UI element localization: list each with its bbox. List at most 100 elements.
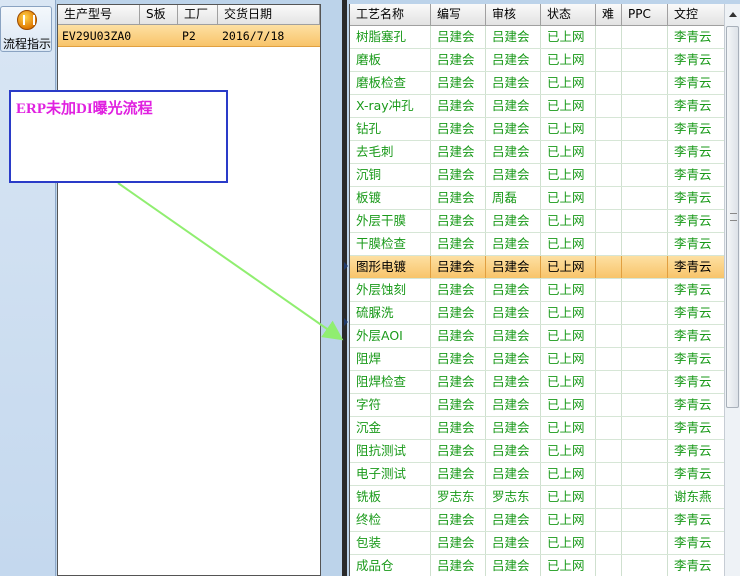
cell-doc-control: 李青云 [674, 167, 712, 182]
process-row[interactable]: 字符 吕建会 吕建会 已上网 李青云 [350, 394, 740, 417]
column-header-doc-control[interactable]: 文控 [668, 4, 714, 25]
cell-process-name: 外层AOI [350, 325, 431, 347]
column-header-model[interactable]: 生产型号 [58, 5, 140, 24]
expand-arrow-icon[interactable] [344, 318, 348, 326]
cell-reviewer: 吕建会 [486, 394, 541, 416]
cell-process-name: 钻孔 [350, 118, 431, 140]
process-row[interactable]: 磨板检查 吕建会 吕建会 已上网 李青云 [350, 72, 740, 95]
cell-status: 已上网 [541, 49, 596, 71]
process-row[interactable]: 去毛刺 吕建会 吕建会 已上网 李青云 [350, 141, 740, 164]
cell-ppc [622, 49, 668, 71]
cell-reviewer: 吕建会 [486, 118, 541, 140]
cell-process-name: 字符 [350, 394, 431, 416]
column-header-process-name[interactable]: 工艺名称 [350, 4, 431, 25]
cell-reviewer: 罗志东 [486, 486, 541, 508]
process-row[interactable]: 电子测试 吕建会 吕建会 已上网 李青云 [350, 463, 740, 486]
cell-difficulty [596, 371, 622, 393]
cell-ppc [622, 141, 668, 163]
column-header-ppc[interactable]: PPC [622, 4, 668, 25]
cell-reviewer: 吕建会 [486, 49, 541, 71]
cell-author: 吕建会 [431, 532, 486, 554]
cell-difficulty [596, 279, 622, 301]
cell-doc-control: 李青云 [674, 535, 712, 550]
cell-process-name: 磨板检查 [350, 72, 431, 94]
process-grid-header: 工艺名称 编写 审核 状态 难 PPC 文控 [350, 4, 740, 26]
annotation-text: ERP未加DI曝光流程 [16, 101, 153, 117]
cell-process-name: 板镀 [350, 187, 431, 209]
order-row[interactable]: EV29U03ZA0 P2 2016/7/18 [58, 25, 320, 47]
process-row[interactable]: 沉金 吕建会 吕建会 已上网 李青云 [350, 417, 740, 440]
cell-difficulty [596, 187, 622, 209]
cell-status: 已上网 [541, 256, 596, 278]
scrollbar-thumb[interactable] [726, 26, 739, 408]
cell-reviewer: 吕建会 [486, 325, 541, 347]
cell-doc-control: 李青云 [674, 282, 712, 297]
process-row[interactable]: 阻抗测试 吕建会 吕建会 已上网 李青云 [350, 440, 740, 463]
column-header-status[interactable]: 状态 [541, 4, 596, 25]
cell-difficulty [596, 463, 622, 485]
process-row[interactable]: 图形电镀 吕建会 吕建会 已上网 李青云 [350, 256, 740, 279]
flow-indicator-button[interactable]: 流程指示 [0, 6, 52, 52]
process-row[interactable]: 板镀 吕建会 周磊 已上网 李青云 [350, 187, 740, 210]
process-row[interactable]: 成品仓 吕建会 吕建会 已上网 李青云 [350, 555, 740, 576]
column-header-reviewer[interactable]: 审核 [486, 4, 541, 25]
splitter[interactable] [322, 0, 344, 576]
process-row[interactable]: 外层AOI 吕建会 吕建会 已上网 李青云 [350, 325, 740, 348]
cell-process-name: 去毛刺 [350, 141, 431, 163]
cell-status: 已上网 [541, 72, 596, 94]
process-row[interactable]: 钻孔 吕建会 吕建会 已上网 李青云 [350, 118, 740, 141]
process-row[interactable]: X-ray冲孔 吕建会 吕建会 已上网 李青云 [350, 95, 740, 118]
process-row[interactable]: 沉铜 吕建会 吕建会 已上网 李青云 [350, 164, 740, 187]
process-row[interactable]: 包装 吕建会 吕建会 已上网 李青云 [350, 532, 740, 555]
process-row[interactable]: 外层蚀刻 吕建会 吕建会 已上网 李青云 [350, 279, 740, 302]
cell-doc-control: 李青云 [674, 420, 712, 435]
cell-author: 吕建会 [431, 187, 486, 209]
scroll-up-icon[interactable] [729, 12, 737, 17]
column-header-factory[interactable]: 工厂 [178, 5, 218, 24]
process-row[interactable]: 树脂塞孔 吕建会 吕建会 已上网 李青云 [350, 26, 740, 49]
column-header-author[interactable]: 编写 [431, 4, 486, 25]
vertical-scrollbar[interactable] [724, 4, 740, 576]
cell-author: 吕建会 [431, 555, 486, 576]
cell-reviewer: 吕建会 [486, 348, 541, 370]
cell-doc-control: 李青云 [674, 397, 712, 412]
cell-reviewer: 吕建会 [486, 302, 541, 324]
process-row[interactable]: 阻焊 吕建会 吕建会 已上网 李青云 [350, 348, 740, 371]
process-row[interactable]: 硫脲洗 吕建会 吕建会 已上网 李青云 [350, 302, 740, 325]
grip-icon [730, 213, 737, 221]
cell-reviewer: 吕建会 [486, 532, 541, 554]
cell-process-name: 干膜检查 [350, 233, 431, 255]
cell-process-name: 包装 [350, 532, 431, 554]
cell-reviewer: 吕建会 [486, 26, 541, 48]
cell-doc-control: 李青云 [674, 144, 712, 159]
process-row[interactable]: 外层干膜 吕建会 吕建会 已上网 李青云 [350, 210, 740, 233]
cell-reviewer: 吕建会 [486, 141, 541, 163]
process-row[interactable]: 终检 吕建会 吕建会 已上网 李青云 [350, 509, 740, 532]
cell-status: 已上网 [541, 95, 596, 117]
process-row[interactable]: 磨板 吕建会 吕建会 已上网 李青云 [350, 49, 740, 72]
splitter-bar[interactable] [342, 0, 347, 576]
cell-author: 吕建会 [431, 302, 486, 324]
column-header-delivery-date[interactable]: 交货日期 [218, 5, 320, 24]
cell-difficulty [596, 440, 622, 462]
column-header-difficulty[interactable]: 难 [596, 4, 622, 25]
cell-status: 已上网 [541, 463, 596, 485]
cell-ppc [622, 26, 668, 48]
left-toolbar: 流程指示 [0, 0, 56, 576]
process-row[interactable]: 阻焊检查 吕建会 吕建会 已上网 李青云 [350, 371, 740, 394]
cell-process-name: 电子测试 [350, 463, 431, 485]
cell-status: 已上网 [541, 26, 596, 48]
cell-doc-control: 李青云 [674, 328, 712, 343]
cell-author: 吕建会 [431, 233, 486, 255]
cell-status: 已上网 [541, 486, 596, 508]
cell-process-name: 外层蚀刻 [350, 279, 431, 301]
cell-doc-control: 李青云 [674, 121, 712, 136]
cell-difficulty [596, 26, 622, 48]
cell-doc-control: 李青云 [674, 29, 712, 44]
column-header-s-board[interactable]: S板 [140, 5, 178, 24]
process-row[interactable]: 干膜检查 吕建会 吕建会 已上网 李青云 [350, 233, 740, 256]
cell-reviewer: 吕建会 [486, 164, 541, 186]
process-row[interactable]: 铣板 罗志东 罗志东 已上网 谢东燕 [350, 486, 740, 509]
cell-process-name: 图形电镀 [350, 256, 431, 278]
collapse-arrow-icon[interactable] [344, 262, 348, 270]
